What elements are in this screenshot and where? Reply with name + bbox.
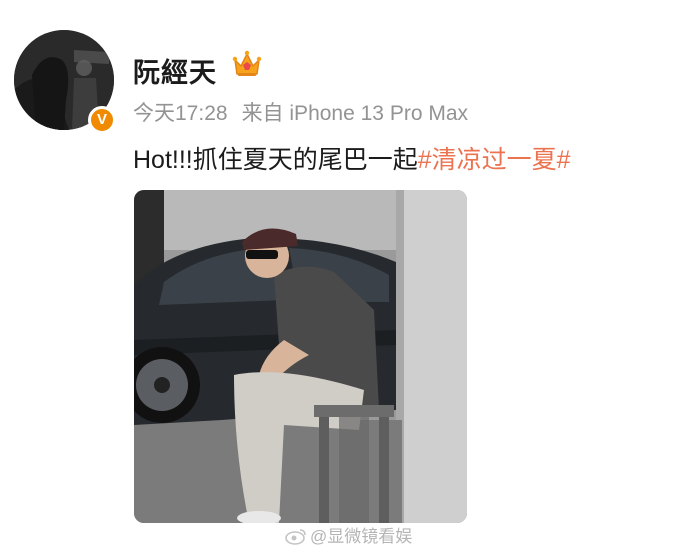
weibo-icon xyxy=(285,529,306,545)
username[interactable]: 阮經天 xyxy=(133,51,217,90)
avatar-container[interactable]: V xyxy=(14,30,116,134)
post-source: 来自 iPhone 13 Pro Max xyxy=(241,102,468,125)
watermark-text: @显微镜看娱 xyxy=(310,527,413,546)
post-photo[interactable] xyxy=(134,190,467,523)
crown-icon xyxy=(232,50,262,76)
hashtag-link[interactable]: #清凉过一夏# xyxy=(418,146,571,174)
weibo-post: V 阮經天 今天17:28 来自 iPhone 13 Pro Max Hot!!!… xyxy=(0,0,688,552)
watermark: @显微镜看娱 xyxy=(285,522,412,547)
post-time: 今天17:28 xyxy=(133,102,228,125)
verified-badge: V xyxy=(88,106,116,134)
post-meta: 今天17:28 来自 iPhone 13 Pro Max xyxy=(133,97,468,127)
post-text: Hot!!!抓住夏天的尾巴一起#清凉过一夏# xyxy=(133,140,571,176)
post-photo-image xyxy=(134,190,467,523)
post-text-plain: Hot!!!抓住夏天的尾巴一起 xyxy=(133,146,418,174)
